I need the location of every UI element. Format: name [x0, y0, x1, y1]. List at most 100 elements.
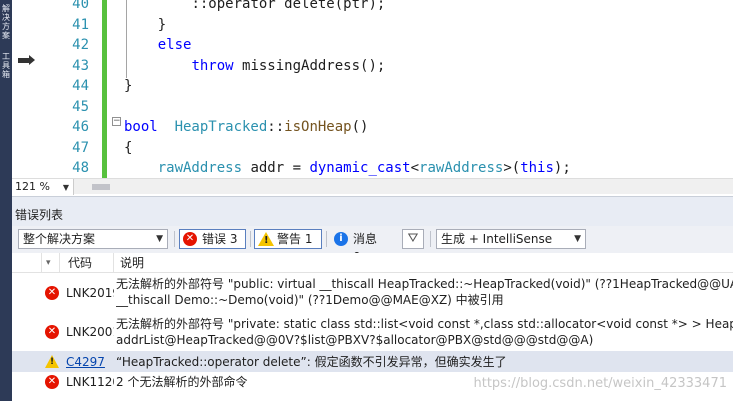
- code-token: addr =: [242, 160, 310, 176]
- error-code: LNK1120: [66, 375, 114, 389]
- toolbar-separator: [250, 231, 251, 247]
- code-token: missingAddress();: [233, 57, 386, 74]
- code-token: HeapTracked: [174, 119, 268, 135]
- line-number: 44: [72, 78, 89, 94]
- code-token: }: [157, 16, 167, 33]
- table-row[interactable]: ✕ LNK2019无法解析的外部符号 "public: virtual __thi…: [12, 273, 733, 313]
- horizontal-scrollbar-thumb[interactable]: [92, 184, 110, 190]
- line-number: 40: [72, 0, 89, 12]
- code-line[interactable]: ::operator delete(ptr);: [124, 0, 385, 14]
- error-description-line: “HeapTracked::operator delete”: 假定函数不引发异…: [116, 354, 507, 369]
- filter-toggle-button[interactable]: ⛛: [402, 229, 424, 249]
- code-line[interactable]: }: [124, 15, 166, 35]
- code-line[interactable]: throw missingAddress();: [124, 56, 385, 76]
- error-list-title-bar[interactable]: 错误列表: [12, 196, 733, 226]
- code-token: ::operator delete(ptr);: [191, 0, 386, 12]
- line-number: 47: [72, 139, 89, 156]
- errors-filter-label: 错误 3: [202, 232, 238, 246]
- line-number: 45: [72, 98, 89, 115]
- code-token: this: [520, 160, 554, 176]
- code-line[interactable]: bool HeapTracked::isOnHeap(): [124, 117, 368, 137]
- error-icon: ✕: [183, 232, 197, 246]
- code-token: rawAddress: [419, 160, 504, 176]
- column-header-sort[interactable]: ▾: [42, 253, 60, 273]
- warning-icon: !: [45, 354, 59, 368]
- current-statement-arrow-icon: [18, 55, 35, 65]
- code-token: (): [351, 119, 369, 135]
- column-header-icon[interactable]: [12, 253, 42, 273]
- zoom-level-combo[interactable]: 121 % ▼: [12, 179, 74, 195]
- line-number: 41: [72, 16, 89, 33]
- error-description: 无法解析的外部符号 "public: virtual __thiscall He…: [116, 276, 733, 308]
- build-source-value: 生成 + IntelliSense: [441, 232, 553, 246]
- collapse-toggle-icon[interactable]: −: [112, 117, 121, 126]
- column-header-description[interactable]: 说明: [116, 253, 733, 273]
- code-token: isOnHeap: [284, 119, 352, 135]
- table-row[interactable]: ✕ LNK2001无法解析的外部符号 "private: static class…: [12, 313, 733, 351]
- code-token: }: [124, 78, 133, 94]
- error-icon: ✕: [45, 286, 59, 300]
- error-description-line: __thiscall Demo::~Demo(void)" (??1Demo@@…: [116, 293, 504, 307]
- chevron-down-icon: ▼: [156, 234, 163, 244]
- line-number: 46: [72, 119, 89, 135]
- column-header-code[interactable]: 代码: [64, 253, 114, 273]
- error-description: 无法解析的外部符号 "private: static class std::li…: [116, 316, 733, 348]
- error-list-header: ▾ 代码 说明: [12, 253, 733, 273]
- code-token: else: [157, 37, 192, 53]
- warnings-filter-button[interactable]: ! 警告 1: [254, 229, 322, 249]
- error-icon: ✕: [45, 375, 59, 389]
- table-row[interactable]: ! C4297 “HeapTracked::operator delete”: 假定…: [12, 351, 733, 372]
- scope-dropdown[interactable]: 整个解决方案 ▼: [18, 229, 168, 249]
- toolbar-separator: [326, 231, 327, 247]
- code-token: rawAddress: [157, 160, 243, 176]
- info-icon: i: [334, 232, 348, 246]
- toolbar-separator: [174, 231, 175, 247]
- error-list-panel: 错误列表 整个解决方案 ▼ ✕ 错误 3 ! 警告 1 i 消息 0 ⛛ 生成 …: [12, 196, 733, 401]
- code-token: {: [124, 139, 133, 156]
- error-description-line: addrList@HeapTracked@@0V?$list@PBXV?$all…: [116, 333, 594, 347]
- messages-filter-button[interactable]: i 消息 0: [330, 229, 392, 264]
- chevron-down-icon: ▼: [62, 183, 69, 192]
- code-text-area[interactable]: − ::operator delete(ptr); } else throw m…: [108, 0, 733, 178]
- error-list-title: 错误列表: [15, 208, 64, 222]
- error-code-link[interactable]: C4297: [66, 354, 114, 370]
- warning-icon: !: [258, 232, 274, 246]
- scope-dropdown-value: 整个解决方案: [23, 232, 96, 246]
- toolbar-separator: [430, 231, 431, 247]
- code-line[interactable]: rawAddress addr = dynamic_cast<rawAddres…: [124, 158, 571, 178]
- editor-status-bar: 121 % ▼: [12, 178, 733, 195]
- change-tracking-bar: [102, 0, 107, 178]
- code-token: ::: [267, 119, 285, 135]
- solution-explorer-tab[interactable]: 解决方案: [1, 4, 11, 40]
- code-token: bool: [124, 119, 158, 135]
- code-token: throw: [191, 57, 234, 74]
- zoom-level-value: 121 %: [15, 180, 50, 193]
- error-code: LNK2019: [66, 286, 114, 300]
- chevron-down-icon: ▼: [574, 234, 581, 244]
- error-description-line: 无法解析的外部符号 "private: static class std::li…: [116, 317, 733, 331]
- watermark-text: https://blog.csdn.net/weixin_42333471: [473, 376, 727, 391]
- error-list-toolbar: 整个解决方案 ▼ ✕ 错误 3 ! 警告 1 i 消息 0 ⛛ 生成 + Int…: [12, 226, 733, 264]
- code-line[interactable]: {: [124, 138, 132, 158]
- code-token: >(: [503, 160, 521, 176]
- line-number-gutter: 40 41 42 43 44 45 46 47 48: [34, 0, 96, 178]
- error-description-line: 无法解析的外部符号 "public: virtual __thiscall He…: [116, 277, 733, 291]
- code-line[interactable]: else: [124, 35, 192, 55]
- error-code: LNK2001: [66, 325, 114, 339]
- line-number: 48: [72, 160, 89, 176]
- line-number: 42: [72, 37, 89, 53]
- error-description: “HeapTracked::operator delete”: 假定函数不引发异…: [116, 354, 733, 370]
- indicator-margin[interactable]: [12, 0, 35, 178]
- code-editor[interactable]: 404142434445464748 − ::operator delete(p…: [12, 0, 733, 178]
- code-token: );: [553, 160, 571, 176]
- errors-filter-button[interactable]: ✕ 错误 3: [179, 229, 246, 249]
- side-tool-strip[interactable]: 解决方案 工具箱: [0, 0, 12, 401]
- toolbox-tab[interactable]: 工具箱: [1, 52, 11, 79]
- warnings-filter-label: 警告 1: [277, 232, 313, 246]
- code-token: dynamic_cast: [309, 160, 411, 176]
- line-number: 43: [72, 57, 89, 74]
- code-token: <: [410, 160, 420, 176]
- code-line[interactable]: }: [124, 76, 132, 96]
- build-source-dropdown[interactable]: 生成 + IntelliSense ▼: [436, 229, 586, 249]
